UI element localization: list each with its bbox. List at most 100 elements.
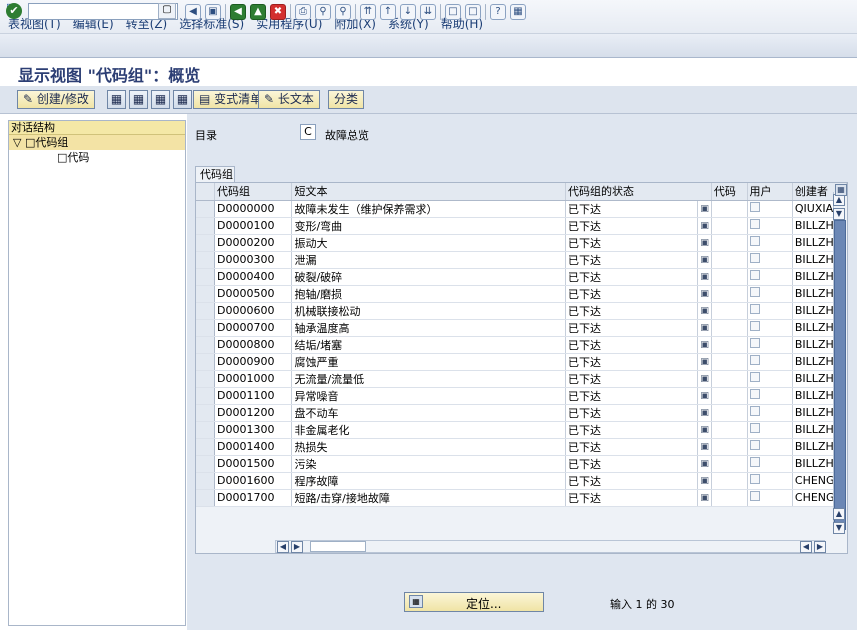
status-dropdown-icon[interactable]: ▣ [697, 268, 712, 286]
user-checkbox[interactable] [747, 387, 793, 405]
table-row[interactable]: D0000800 结垢/堵塞 已下达 ▣ BILLZHC [196, 336, 848, 354]
status-dropdown-icon[interactable]: ▣ [697, 251, 712, 269]
row-selector[interactable] [196, 251, 215, 269]
column-header[interactable]: 代码 [711, 183, 748, 201]
checkmark-icon[interactable]: ✔ [6, 3, 22, 19]
status-dropdown-icon[interactable]: ▣ [697, 285, 712, 303]
table-row[interactable]: D0000200 振动大 已下达 ▣ BILLZHC [196, 234, 848, 252]
checkbox[interactable] [749, 474, 760, 484]
user-checkbox[interactable] [747, 234, 793, 252]
row-selector[interactable] [196, 455, 215, 473]
table-row[interactable]: D0000100 变形/弯曲 已下达 ▣ BILLZHC [196, 217, 848, 235]
vertical-scroll-thumb[interactable] [834, 220, 846, 530]
checkbox[interactable] [749, 202, 760, 212]
table-row[interactable]: D0000700 轴承温度高 已下达 ▣ BILLZHC [196, 319, 848, 337]
scroll-right-icon[interactable]: ▶ [291, 541, 303, 553]
status-dropdown-icon[interactable]: ▣ [697, 319, 712, 337]
status-dropdown-icon[interactable]: ▣ [697, 421, 712, 439]
checkbox[interactable] [749, 355, 760, 365]
first-page-icon[interactable]: ⇈ [360, 4, 376, 20]
user-checkbox[interactable] [747, 217, 793, 235]
user-checkbox[interactable] [747, 268, 793, 286]
checkbox[interactable] [749, 338, 760, 348]
user-checkbox[interactable] [747, 200, 793, 218]
detail-icon[interactable]: ▦ [107, 90, 126, 109]
user-checkbox[interactable] [747, 353, 793, 371]
scroll-left-icon[interactable]: ◀ [277, 541, 289, 553]
row-selector[interactable] [196, 302, 215, 320]
table-row[interactable]: D0001700 短路/击穿/接地故障 已下达 ▣ CHENGYI [196, 489, 848, 507]
save-icon[interactable]: ▣ [205, 4, 221, 20]
status-dropdown-icon[interactable]: ▣ [697, 489, 712, 507]
table-row[interactable]: D0001400 热损失 已下达 ▣ BILLZHC [196, 438, 848, 456]
cancel-icon[interactable]: ✖ [270, 4, 286, 20]
user-checkbox[interactable] [747, 455, 793, 473]
table-row[interactable]: D0000900 腐蚀严重 已下达 ▣ BILLZHC [196, 353, 848, 371]
command-history-icon[interactable]: ▢ [158, 3, 176, 19]
last-page-icon[interactable]: ⇊ [420, 4, 436, 20]
column-header[interactable]: 代码组 [214, 183, 293, 201]
checkbox[interactable] [749, 372, 760, 382]
back-arrow-icon[interactable]: ◀ [185, 4, 201, 20]
column-header[interactable]: 短文本 [291, 183, 566, 201]
scroll-down-icon[interactable]: ▼ [833, 522, 845, 534]
status-dropdown-icon[interactable]: ▣ [697, 472, 712, 490]
row-selector[interactable] [196, 268, 215, 286]
row-selector[interactable] [196, 234, 215, 252]
table-row[interactable]: D0000400 破裂/破碎 已下达 ▣ BILLZHC [196, 268, 848, 286]
shortcut-icon[interactable]: □ [465, 4, 481, 20]
scroll-up-icon[interactable]: ▲ [833, 508, 845, 520]
tree-node-code[interactable]: □代码 [9, 150, 185, 165]
row-selector[interactable] [196, 489, 215, 507]
checkbox[interactable] [749, 219, 760, 229]
user-checkbox[interactable] [747, 489, 793, 507]
checkbox[interactable] [749, 423, 760, 433]
status-dropdown-icon[interactable]: ▣ [697, 387, 712, 405]
command-field[interactable] [28, 3, 178, 20]
next-page-icon[interactable]: ↓ [400, 4, 416, 20]
status-dropdown-icon[interactable]: ▣ [697, 234, 712, 252]
previous-entry-icon[interactable]: ▦ [129, 90, 148, 109]
layout-settings-icon[interactable]: ▦ [510, 4, 526, 20]
status-dropdown-icon[interactable]: ▣ [697, 370, 712, 388]
column-header[interactable]: 代码组的状态 [565, 183, 712, 201]
row-selector[interactable] [196, 217, 215, 235]
table-row[interactable]: D0001100 异常噪音 已下达 ▣ BILLZHC [196, 387, 848, 405]
long-text-button[interactable]: ✎ 长文本 [258, 90, 320, 109]
user-checkbox[interactable] [747, 319, 793, 337]
column-settings-icon[interactable]: ▦ [835, 184, 847, 196]
horizontal-scroll-thumb[interactable] [310, 541, 366, 552]
back-icon[interactable]: ◀ [230, 4, 246, 20]
checkbox[interactable] [749, 389, 760, 399]
status-dropdown-icon[interactable]: ▣ [697, 353, 712, 371]
user-checkbox[interactable] [747, 404, 793, 422]
status-dropdown-icon[interactable]: ▣ [697, 438, 712, 456]
table-row[interactable]: D0000300 泄漏 已下达 ▣ BILLZHC [196, 251, 848, 269]
user-checkbox[interactable] [747, 472, 793, 490]
row-selector[interactable] [196, 336, 215, 354]
find-icon[interactable]: ⚲ [315, 4, 331, 20]
user-checkbox[interactable] [747, 302, 793, 320]
user-checkbox[interactable] [747, 285, 793, 303]
row-selector[interactable] [196, 387, 215, 405]
status-dropdown-icon[interactable]: ▣ [697, 404, 712, 422]
row-selector[interactable] [196, 200, 215, 218]
row-selector[interactable] [196, 285, 215, 303]
classification-button[interactable]: 分类 [328, 90, 365, 109]
table-row[interactable]: D0000600 机械联接松动 已下达 ▣ BILLZHC [196, 302, 848, 320]
checkbox[interactable] [749, 406, 760, 416]
checkbox[interactable] [749, 440, 760, 450]
status-dropdown-icon[interactable]: ▣ [697, 455, 712, 473]
tree-node-code-group[interactable]: ▽ □代码组 [9, 135, 185, 150]
checkbox[interactable] [749, 287, 760, 297]
checkbox[interactable] [749, 236, 760, 246]
user-checkbox[interactable] [747, 438, 793, 456]
user-checkbox[interactable] [747, 251, 793, 269]
create-change-button[interactable]: ✎ 创建/修改 [17, 90, 95, 109]
user-checkbox[interactable] [747, 421, 793, 439]
table-row[interactable]: D0000000 故障未发生（维护保养需求） 已下达 ▣ QIUXIAC [196, 200, 848, 218]
previous-page-icon[interactable]: ↑ [380, 4, 396, 20]
row-selector-header[interactable] [196, 183, 215, 201]
row-selector[interactable] [196, 421, 215, 439]
table-row[interactable]: D0001200 盘不动车 已下达 ▣ BILLZHC [196, 404, 848, 422]
